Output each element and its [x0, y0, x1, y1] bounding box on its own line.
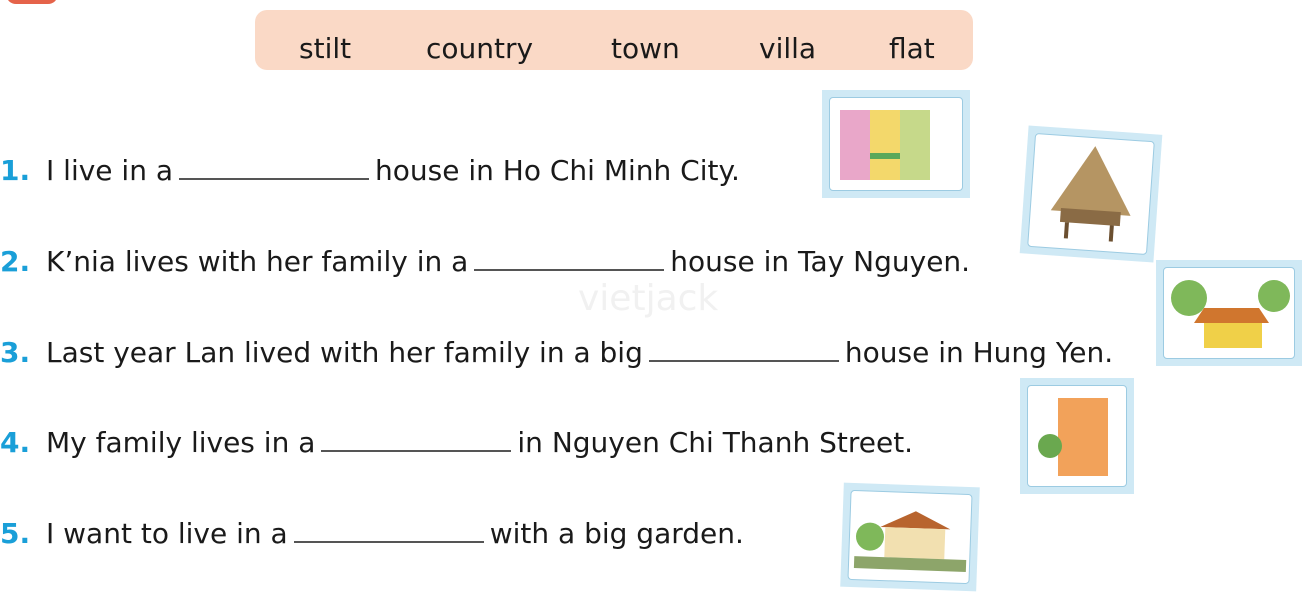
word: villa: [759, 32, 817, 65]
word: flat: [889, 32, 935, 65]
answer-blank[interactable]: [293, 521, 484, 543]
question-3: 3. Last year Lan lived with her family in…: [0, 336, 1113, 369]
question-text: My family lives in a: [46, 426, 316, 459]
question-number: 5.: [0, 517, 31, 550]
question-text: I live in a: [46, 154, 173, 187]
watermark: vietjack: [578, 278, 719, 319]
answer-blank[interactable]: [474, 249, 665, 271]
question-text: K’nia lives with her family in a: [46, 245, 469, 278]
question-1: 1. I live in a house in Ho Chi Minh City.: [0, 154, 740, 187]
stilt-house-image: [1019, 125, 1163, 263]
question-text: house in Tay Nguyen.: [670, 245, 971, 278]
question-text: I want to live in a: [46, 517, 288, 550]
word: town: [611, 32, 680, 65]
section-tab: [6, 0, 58, 4]
question-number: 1.: [0, 154, 31, 187]
town-house-image: [822, 90, 970, 198]
answer-blank[interactable]: [648, 340, 839, 362]
country-house-image: [1156, 260, 1302, 366]
question-number: 4.: [0, 426, 31, 459]
villa-image: [840, 482, 980, 592]
question-text: with a big garden.: [489, 517, 744, 550]
question-text: house in Ho Chi Minh City.: [375, 154, 740, 187]
question-5: 5. I want to live in a with a big garden.: [0, 517, 744, 550]
question-2: 2. K’nia lives with her family in a house …: [0, 245, 970, 278]
word-box: stilt country town villa flat: [255, 10, 973, 70]
question-text: house in Hung Yen.: [844, 336, 1114, 369]
question-number: 3.: [0, 336, 31, 369]
answer-blank[interactable]: [179, 158, 369, 180]
question-number: 2.: [0, 245, 31, 278]
question-text: in Nguyen Chi Thanh Street.: [517, 426, 914, 459]
word: country: [426, 32, 534, 65]
answer-blank[interactable]: [321, 430, 512, 452]
flat-image: [1020, 378, 1134, 494]
question-text: Last year Lan lived with her family in a…: [46, 336, 643, 369]
word: stilt: [299, 32, 352, 65]
question-4: 4. My family lives in a in Nguyen Chi Than…: [0, 426, 913, 459]
